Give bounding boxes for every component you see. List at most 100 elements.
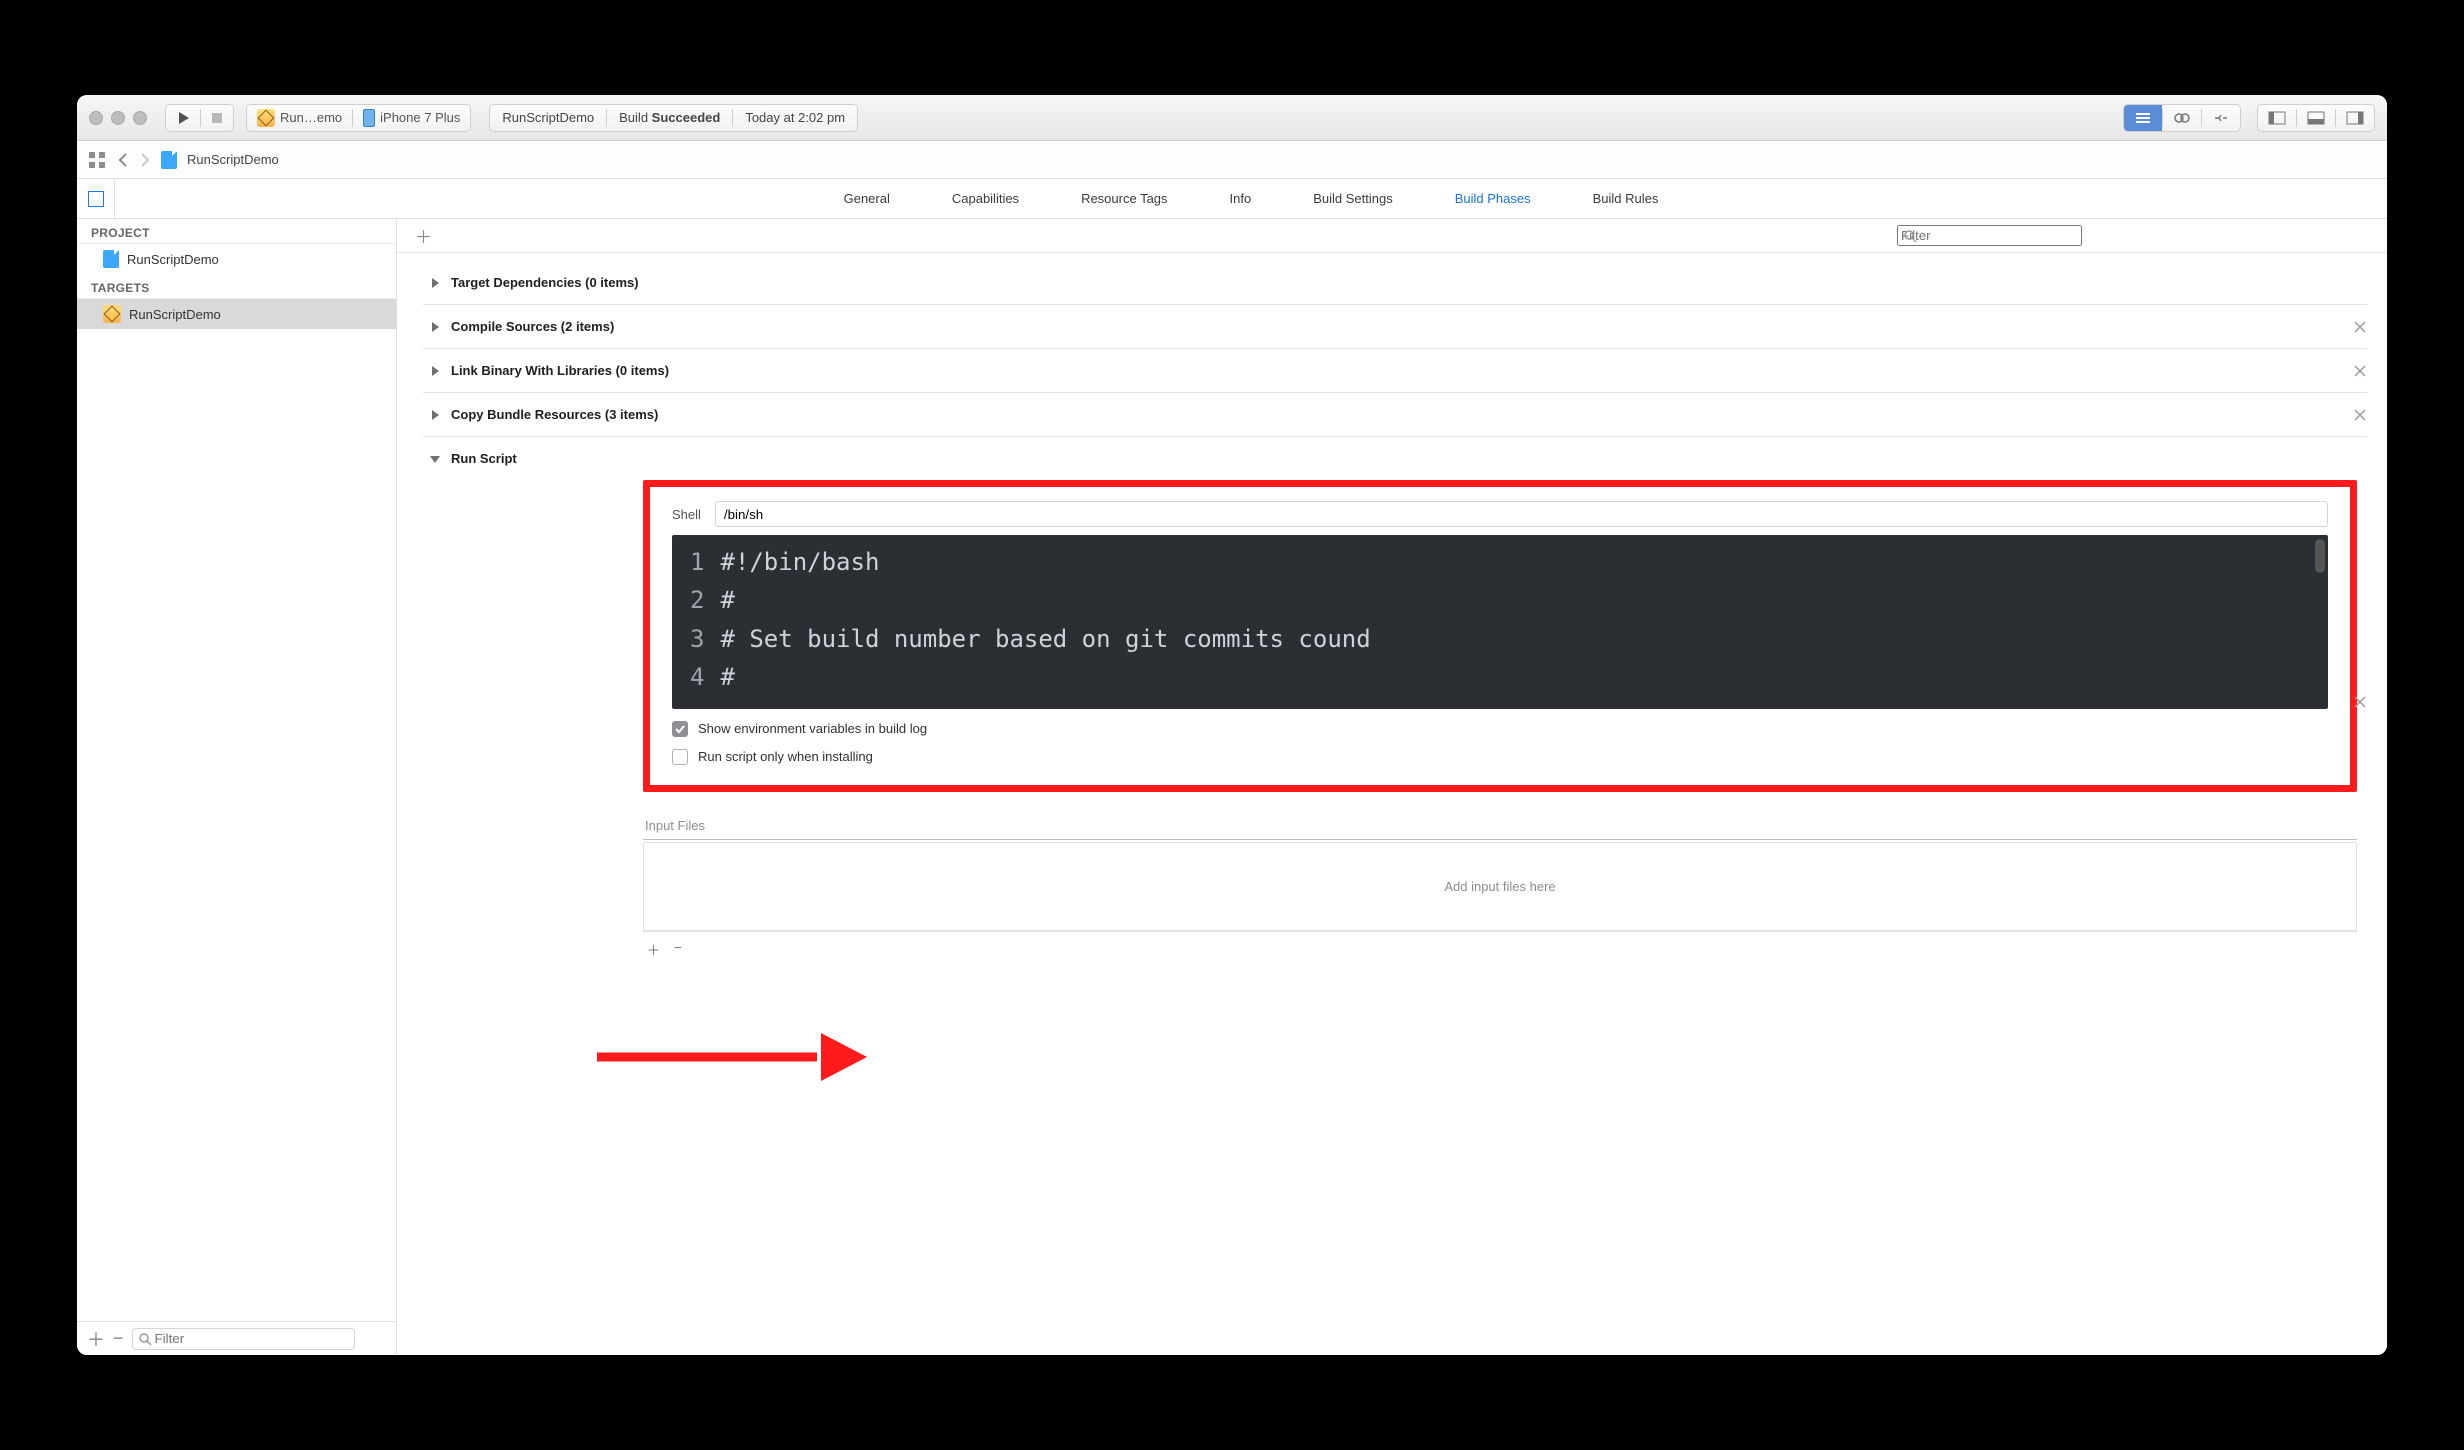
phase-title: Run Script [451, 451, 517, 466]
tab-resource-tags[interactable]: Resource Tags [1077, 179, 1171, 218]
titlebar: Run…emo iPhone 7 Plus RunScriptDemo Buil… [77, 95, 2387, 141]
assistant-editor-button[interactable] [2163, 105, 2201, 131]
filter-icon [138, 1332, 152, 1346]
remove-phase-button[interactable] [2353, 408, 2367, 422]
back-button[interactable] [117, 153, 129, 167]
run-stop-segment [165, 104, 234, 132]
version-editor-button[interactable] [2202, 105, 2240, 131]
panel-toggle-segment [2257, 104, 2375, 132]
window-controls [89, 111, 147, 125]
show-targets-toggle[interactable] [77, 179, 115, 218]
project-targets-sidebar: PROJECT RunScriptDemo TARGETS RunScriptD… [77, 219, 397, 1355]
script-content: #!/bin/bash # # Set build number based o… [714, 541, 2328, 699]
target-editor-tabbar: General Capabilities Resource Tags Info Buil… [77, 179, 2387, 219]
sidebar-project-header: PROJECT [77, 219, 396, 244]
add-phase-button[interactable]: ＋ [415, 223, 432, 248]
sidebar-filter-input[interactable] [132, 1328, 355, 1350]
jump-bar: RunScriptDemo [77, 141, 2387, 179]
run-script-body: Shell 1234 #!/bin/bash # # Set build num… [423, 474, 2367, 806]
input-files-section: Input Files Add input files here ＋ − [643, 812, 2357, 967]
sidebar-target-item[interactable]: RunScriptDemo [77, 299, 396, 329]
disclosure-right-icon [429, 277, 441, 289]
phase-title: Link Binary With Libraries (0 items) [451, 363, 669, 378]
scheme-app-icon [257, 109, 275, 127]
editor-mode-segment [2123, 104, 2241, 132]
sidebar-targets-header: TARGETS [77, 274, 396, 299]
editor-toolbar: ＋ [397, 219, 2387, 253]
add-input-file-button[interactable]: ＋ [647, 940, 660, 959]
device-phone-icon [363, 109, 375, 127]
status-build: Build Succeeded [607, 110, 732, 125]
run-button[interactable] [166, 105, 200, 131]
input-files-header: Input Files [643, 812, 2357, 840]
checkbox-label: Show environment variables in build log [698, 721, 927, 736]
run-when-installing-checkbox-row[interactable]: Run script only when installing [672, 749, 2328, 765]
path-item[interactable]: RunScriptDemo [187, 152, 279, 167]
phase-header[interactable]: Copy Bundle Resources (3 items) [423, 393, 2367, 436]
phase-row: Copy Bundle Resources (3 items) [423, 393, 2367, 437]
remove-phase-button[interactable] [2353, 320, 2367, 334]
annotation-highlight: Shell 1234 #!/bin/bash # # Set build num… [643, 480, 2357, 792]
phase-header[interactable]: Run Script [423, 437, 2367, 474]
close-window-icon[interactable] [89, 111, 103, 125]
phase-title: Target Dependencies (0 items) [451, 275, 639, 290]
status-project: RunScriptDemo [490, 110, 606, 125]
phase-title: Compile Sources (2 items) [451, 319, 614, 334]
phase-title: Copy Bundle Resources (3 items) [451, 407, 658, 422]
shell-path-input[interactable] [715, 501, 2328, 527]
filter-icon [1903, 229, 1917, 243]
scroll-thumb[interactable] [2315, 539, 2325, 573]
sidebar-project-label: RunScriptDemo [127, 252, 219, 267]
target-app-icon [103, 305, 121, 323]
remove-input-file-button[interactable]: − [674, 940, 682, 959]
minimize-window-icon[interactable] [111, 111, 125, 125]
main-area: PROJECT RunScriptDemo TARGETS RunScriptD… [77, 219, 2387, 1355]
remove-target-button[interactable]: − [113, 1328, 124, 1349]
phase-row: Target Dependencies (0 items) [423, 261, 2367, 305]
stop-button[interactable] [201, 105, 233, 131]
remove-phase-button[interactable] [2353, 364, 2367, 378]
build-phases-editor: ＋ Target Dependencies (0 items) Compile … [397, 219, 2387, 1355]
disclosure-right-icon [429, 321, 441, 333]
show-env-checkbox-row[interactable]: Show environment variables in build log [672, 721, 2328, 737]
panel-square-icon [88, 191, 104, 207]
input-files-dropzone[interactable]: Add input files here [643, 842, 2357, 931]
toggle-utilities-button[interactable] [2336, 105, 2374, 131]
checkbox-icon [672, 749, 688, 765]
phases-filter-input[interactable] [1897, 225, 2082, 246]
toggle-navigator-button[interactable] [2258, 105, 2296, 131]
scheme-selector[interactable]: Run…emo iPhone 7 Plus [246, 104, 471, 132]
toggle-debug-area-button[interactable] [2297, 105, 2335, 131]
project-file-icon [161, 151, 177, 169]
project-icon [103, 250, 119, 268]
phase-header[interactable]: Target Dependencies (0 items) [423, 261, 2367, 304]
phase-header[interactable]: Compile Sources (2 items) [423, 305, 2367, 348]
tab-capabilities[interactable]: Capabilities [948, 179, 1023, 218]
activity-status: RunScriptDemo Build Succeeded Today at 2… [489, 104, 858, 132]
sidebar-footer: ＋ − [77, 1321, 396, 1355]
script-editor[interactable]: 1234 #!/bin/bash # # Set build number ba… [672, 535, 2328, 709]
annotation-arrow [597, 1044, 867, 1070]
xcode-window: Run…emo iPhone 7 Plus RunScriptDemo Buil… [77, 95, 2387, 1355]
phase-row: Compile Sources (2 items) [423, 305, 2367, 349]
phase-row: Run Script Shell 1234 #!/bin/bash # # Se… [423, 437, 2367, 967]
zoom-window-icon[interactable] [133, 111, 147, 125]
tab-general[interactable]: General [840, 179, 894, 218]
tab-build-rules[interactable]: Build Rules [1589, 179, 1663, 218]
tab-info[interactable]: Info [1226, 179, 1256, 218]
sidebar-project-item[interactable]: RunScriptDemo [77, 244, 396, 274]
forward-button[interactable] [139, 153, 151, 167]
phase-header[interactable]: Link Binary With Libraries (0 items) [423, 349, 2367, 392]
status-time: Today at 2:02 pm [733, 110, 857, 125]
shell-label: Shell [672, 507, 701, 522]
tab-build-settings[interactable]: Build Settings [1309, 179, 1397, 218]
disclosure-right-icon [429, 365, 441, 377]
related-items-icon[interactable] [87, 150, 107, 170]
phase-row: Link Binary With Libraries (0 items) [423, 349, 2367, 393]
tab-build-phases[interactable]: Build Phases [1451, 179, 1535, 218]
disclosure-right-icon [429, 409, 441, 421]
standard-editor-button[interactable] [2124, 105, 2162, 131]
checkbox-icon [672, 721, 688, 737]
remove-phase-button[interactable] [2353, 695, 2367, 709]
add-target-button[interactable]: ＋ [87, 1326, 105, 1352]
